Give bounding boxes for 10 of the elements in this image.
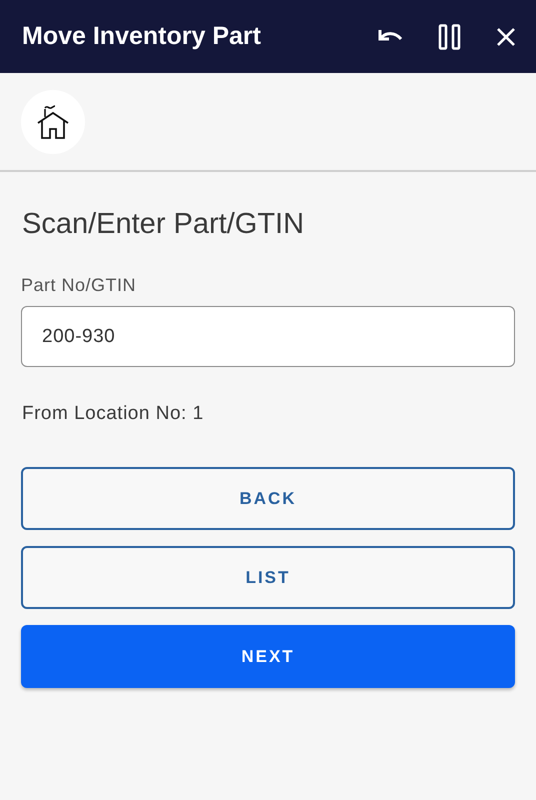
- pause-icon[interactable]: [438, 24, 462, 50]
- next-button[interactable]: NEXT: [21, 625, 515, 688]
- part-number-field[interactable]: 200-930: [21, 306, 515, 367]
- close-icon[interactable]: [496, 26, 516, 46]
- action-button[interactable]: LIST: [21, 546, 515, 609]
- window-title: Move Inventory Part: [22, 22, 261, 51]
- page-heading: Scan/Enter Part/GTIN: [22, 208, 306, 241]
- location-text: From Location No: 1: [22, 403, 205, 425]
- field-label: Part No/GTIN: [21, 275, 138, 296]
- action-button[interactable]: BACK: [21, 467, 515, 530]
